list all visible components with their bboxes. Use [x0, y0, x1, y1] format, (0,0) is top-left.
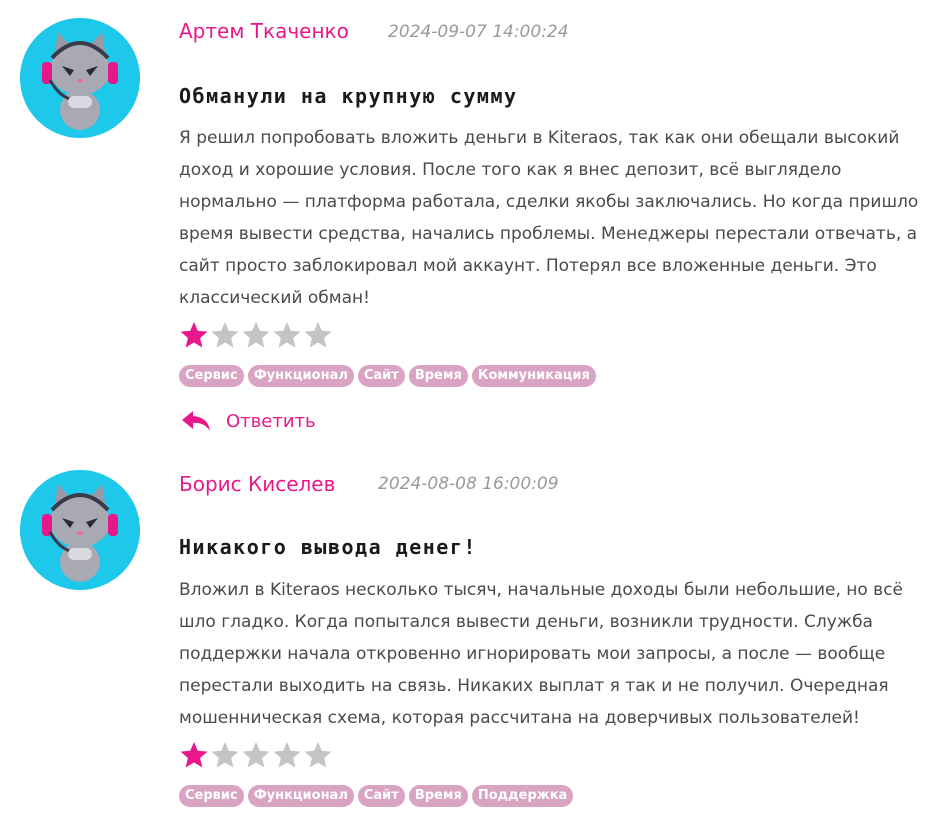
- star-empty-icon: [303, 320, 333, 350]
- review-author[interactable]: Артем Ткаченко: [179, 19, 349, 43]
- cat-gamer-icon: [20, 18, 140, 138]
- tag[interactable]: Функционал: [247, 365, 354, 387]
- review-title: Обманули на крупную сумму: [179, 84, 518, 108]
- tag[interactable]: Коммуникация: [471, 365, 596, 387]
- star-empty-icon: [241, 740, 271, 770]
- reply-arrow-icon: [182, 411, 210, 431]
- tag[interactable]: Сервис: [179, 785, 244, 807]
- reply-label: Ответить: [226, 410, 316, 432]
- tag[interactable]: Время: [408, 365, 468, 387]
- star-empty-icon: [210, 320, 240, 350]
- rating-stars: [179, 740, 334, 770]
- star-empty-icon: [272, 740, 302, 770]
- tag[interactable]: Функционал: [247, 785, 354, 807]
- review-date: 2024-09-07 14:00:24: [388, 22, 569, 42]
- rating-stars: [179, 320, 334, 350]
- tag[interactable]: Время: [408, 785, 468, 807]
- star-empty-icon: [241, 320, 271, 350]
- tag[interactable]: Поддержка: [471, 785, 574, 807]
- review-tags: Сервис Функционал Сайт Время Коммуникация: [179, 364, 600, 387]
- tag[interactable]: Сайт: [357, 785, 405, 807]
- review-title: Никакого вывода денег!: [179, 535, 477, 559]
- review-tags: Сервис Функционал Сайт Время Поддержка: [179, 784, 577, 807]
- star-filled-icon: [179, 740, 209, 770]
- star-filled-icon: [179, 320, 209, 350]
- cat-gamer-icon: [20, 470, 140, 590]
- tag[interactable]: Сервис: [179, 365, 244, 387]
- review-body: Я решил попробовать вложить деньги в Kit…: [179, 128, 919, 308]
- review-author[interactable]: Борис Киселев: [179, 472, 335, 496]
- avatar: [20, 18, 140, 138]
- tag[interactable]: Сайт: [357, 365, 405, 387]
- review-body: Вложил в Kiteraos несколько тысяч, начал…: [179, 580, 904, 728]
- star-empty-icon: [303, 740, 333, 770]
- reply-button[interactable]: Ответить: [180, 408, 316, 434]
- avatar: [20, 470, 140, 590]
- star-empty-icon: [210, 740, 240, 770]
- review-date: 2024-08-08 16:00:09: [378, 474, 559, 494]
- star-empty-icon: [272, 320, 302, 350]
